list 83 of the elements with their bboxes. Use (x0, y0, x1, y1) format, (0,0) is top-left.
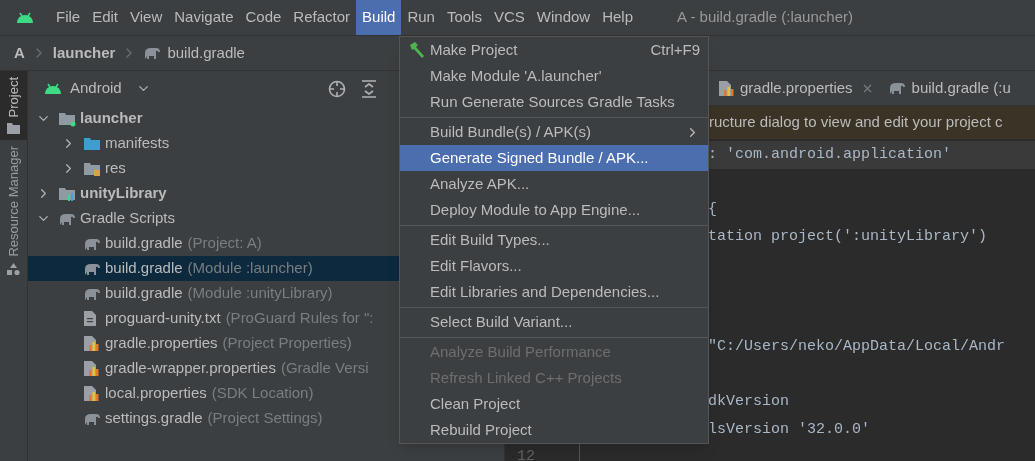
editor-tab[interactable]: build.gradle (:u (887, 76, 1011, 100)
menu-bar-item[interactable]: Run (401, 0, 441, 35)
menu-item[interactable]: Edit Build Types... (400, 227, 708, 253)
tree-item-name: unityLibrary (80, 183, 167, 204)
code-line: dkVersion (708, 393, 789, 410)
menu-bar-item[interactable]: Help (596, 0, 640, 35)
code-line: lsVersion '32.0.0' (708, 420, 871, 438)
menu-item[interactable]: Clean Project (400, 391, 708, 417)
elephant-icon (83, 236, 101, 251)
code-line: : 'com.android.application' (708, 145, 952, 163)
folder-icon (83, 160, 101, 177)
menu-bar-item[interactable]: Code (239, 0, 288, 35)
tree-item-name: res (105, 158, 126, 179)
tree-item-name: settings.gradle (105, 408, 203, 429)
properties-file-icon (83, 385, 99, 402)
properties-file-icon (83, 335, 99, 352)
side-tab[interactable]: Resource Manager (0, 140, 27, 283)
tree-item-detail: (Project Properties) (222, 333, 352, 354)
menu-item[interactable]: Select Build Variant... (400, 309, 708, 335)
tree-item-detail: (ProGuard Rules for ": (225, 308, 374, 329)
tree-item-name: launcher (80, 108, 143, 129)
tree-item-name: Gradle Scripts (80, 208, 176, 229)
line-number: 12 (517, 447, 535, 461)
tree-item-name: manifests (105, 133, 170, 154)
target-icon[interactable] (327, 79, 346, 98)
code-line: { (708, 200, 717, 218)
collapse-icon[interactable] (360, 79, 377, 98)
tree-item-name: build.gradle (105, 233, 183, 254)
menu-item[interactable]: Edit Libraries and Dependencies... (400, 279, 708, 305)
elephant-icon (83, 411, 101, 426)
elephant-icon (143, 46, 162, 60)
menu-bar-item[interactable]: VCS (487, 0, 531, 35)
android-icon (44, 82, 62, 95)
tree-item-detail: (Gradle Versi (280, 358, 369, 379)
menu-item[interactable]: Make Project Ctrl+F9 (400, 37, 708, 63)
tree-item-name: build.gradle (105, 283, 183, 304)
menu-item[interactable]: Generate Signed Bundle / APK... (400, 145, 708, 171)
menu-item[interactable]: Rebuild Project (400, 417, 708, 443)
elephant-icon (887, 81, 906, 95)
side-tab[interactable]: Project (0, 71, 27, 141)
hammer-icon (408, 41, 426, 59)
folder-icon (58, 110, 76, 127)
code-line: "C:/Users/neko/AppData/Local/Andr (708, 338, 1006, 355)
menu-bar-item[interactable]: Window (530, 0, 597, 35)
breadcrumb-item[interactable]: launcher (52, 41, 116, 65)
text-file-icon (83, 310, 97, 327)
android-icon (16, 11, 34, 24)
menu-bar-item[interactable]: View (124, 0, 169, 35)
breadcrumb-item[interactable]: build.gradle (167, 41, 245, 65)
view-selector[interactable]: Android (70, 77, 122, 100)
properties-file-icon (718, 79, 734, 97)
tree-item-detail: (SDK Location) (211, 383, 314, 404)
menu-item[interactable]: Deploy Module to App Engine... (400, 197, 708, 223)
elephant-icon (58, 211, 76, 226)
folder-icon (7, 123, 20, 135)
editor-tab[interactable]: gradle.properties (718, 76, 874, 100)
menu-bar-item[interactable]: Tools (440, 0, 488, 35)
shortcut: Ctrl+F9 (650, 39, 700, 60)
elephant-icon (83, 261, 101, 276)
menu-bar-item[interactable]: Navigate (168, 0, 240, 35)
tree-item-detail: (Module :launcher) (187, 258, 313, 279)
breadcrumb-item[interactable]: A (14, 41, 25, 65)
menu-bar-item[interactable]: Build (356, 0, 402, 35)
code-line: tation project(':unityLibrary') (708, 228, 988, 245)
tree-item-name: gradle-wrapper.properties (105, 358, 276, 379)
menu-bar-item[interactable]: File (50, 0, 87, 35)
menu-item[interactable]: Make Module 'A.launcher' (400, 63, 708, 89)
menu-bar-item[interactable]: Edit (86, 0, 125, 35)
tree-item-detail: (Project Settings) (207, 408, 323, 429)
tree-item-detail: (Project: A) (187, 233, 262, 254)
folder-icon (58, 185, 76, 202)
tree-item-detail: (Module :unityLibrary) (187, 283, 333, 304)
tree-item-name: build.gradle (105, 258, 183, 279)
shapes-icon (7, 263, 20, 277)
window-title: A - build.gradle (:launcher) (677, 7, 853, 28)
elephant-icon (83, 286, 101, 301)
menu-bar-item[interactable]: Refactor (287, 0, 357, 35)
tree-item-name: gradle.properties (105, 333, 218, 354)
properties-file-icon (83, 360, 99, 377)
folder-icon (83, 135, 101, 152)
tree-item-name: local.properties (105, 383, 207, 404)
menu-item[interactable]: Analyze APK... (400, 171, 708, 197)
tree-item-name: proguard-unity.txt (105, 308, 221, 329)
